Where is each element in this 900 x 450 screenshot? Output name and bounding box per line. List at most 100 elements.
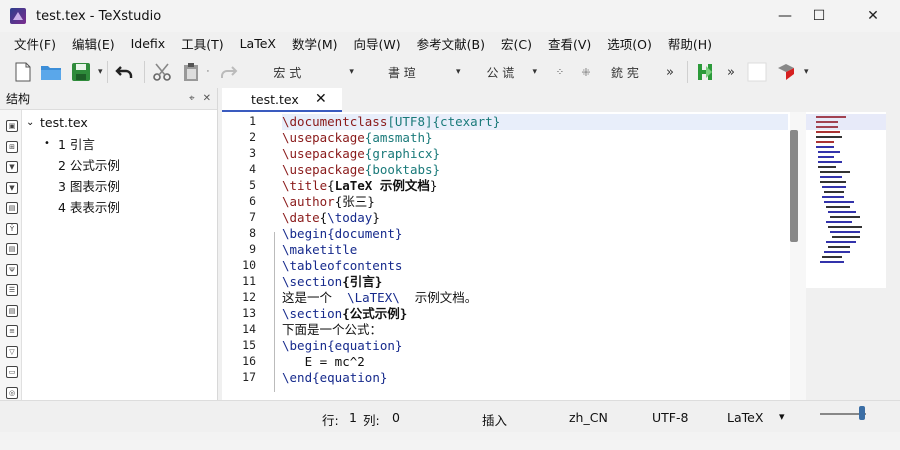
zoom-slider-handle[interactable] bbox=[859, 406, 865, 420]
code-line[interactable]: \begin{equation} bbox=[282, 338, 402, 354]
cut-icon[interactable] bbox=[149, 60, 175, 84]
sidebar-panel-icon[interactable]: ▽ bbox=[6, 345, 18, 358]
minimap[interactable] bbox=[806, 112, 886, 288]
menu-item[interactable]: 选项(O) bbox=[599, 34, 660, 53]
save-dropdown-icon[interactable]: ▾ bbox=[98, 67, 103, 77]
menu-item[interactable]: 参考文献(B) bbox=[409, 34, 493, 53]
code-line[interactable]: \end{equation} bbox=[282, 370, 387, 386]
close-panel-icon[interactable]: ✕ bbox=[203, 93, 211, 104]
code-line[interactable]: \section{公式示例} bbox=[282, 306, 407, 322]
code-line[interactable]: \usepackage{amsmath} bbox=[282, 130, 433, 146]
pdf-view-dropdown-icon[interactable]: ▾ bbox=[804, 67, 809, 77]
code-line[interactable]: \section{引言} bbox=[282, 274, 382, 290]
code-line[interactable]: \title{LaTeX 示例文档} bbox=[282, 178, 437, 194]
style-combo[interactable]: 宏 式 bbox=[255, 60, 345, 84]
toolbar-overflow-icon[interactable]: » bbox=[661, 60, 679, 84]
size-combo-dropdown-icon[interactable]: ▾ bbox=[456, 67, 461, 77]
tree-section-item[interactable]: 3 图表示例 bbox=[26, 175, 216, 196]
minimap-line bbox=[822, 186, 846, 188]
encoding[interactable]: UTF-8 bbox=[652, 410, 688, 425]
menu-item[interactable]: Idefix bbox=[123, 36, 174, 51]
close-window-button[interactable]: ✕ bbox=[850, 0, 896, 32]
code-line[interactable]: \documentclass[UTF8]{ctexart} bbox=[282, 114, 788, 130]
minimap-line bbox=[828, 246, 850, 248]
sidebar-panel-icon[interactable]: ▼ bbox=[6, 181, 18, 194]
paste-icon[interactable] bbox=[179, 60, 203, 84]
sidebar-panel-icon[interactable]: ▣ bbox=[6, 120, 18, 132]
sidebar-panel-icon[interactable]: ◎ bbox=[6, 386, 18, 399]
open-folder-icon[interactable] bbox=[38, 60, 64, 84]
math-combo-dropdown-icon[interactable]: ▾ bbox=[532, 67, 537, 77]
minimap-line bbox=[816, 141, 834, 143]
math-combo[interactable]: 公 谎 bbox=[474, 60, 528, 84]
code-line[interactable]: \date{\today} bbox=[282, 210, 380, 226]
code-line[interactable]: \author{张三} bbox=[282, 194, 375, 210]
tree-expander-icon[interactable]: ⌄ bbox=[26, 117, 40, 128]
maximize-button[interactable]: ☐ bbox=[796, 0, 842, 32]
paste-dropdown-icon[interactable]: · bbox=[207, 67, 210, 77]
sidebar-panel-icon[interactable]: ▤ bbox=[6, 202, 18, 214]
save-icon[interactable] bbox=[68, 60, 94, 84]
code-line[interactable]: 这是一个 \LaTEX\ 示例文档。 bbox=[282, 290, 477, 306]
tree-section-item[interactable]: • 1 引言 bbox=[26, 133, 216, 154]
superscript-icon[interactable]: ⁜ bbox=[575, 60, 597, 84]
sidebar-panel-icon[interactable]: Ϋ bbox=[6, 222, 18, 235]
size-combo[interactable]: 書 瑄 bbox=[376, 60, 452, 84]
code-editor[interactable]: 1 2 3 4 5 6 7 8 9 10 11 12 13 14 15 16 17 \documentclass… bbox=[222, 112, 806, 400]
code-line[interactable]: \usepackage{graphicx} bbox=[282, 146, 440, 162]
spell-language[interactable]: zh_CN bbox=[569, 410, 608, 425]
style-combo-dropdown-icon[interactable]: ▾ bbox=[349, 67, 354, 77]
tree-section-item[interactable]: 2 公式示例 bbox=[26, 154, 216, 175]
sidebar-panel-icon[interactable]: ▤ bbox=[6, 304, 18, 317]
menu-item[interactable]: 文件(F) bbox=[6, 34, 64, 53]
code-line[interactable]: \tableofcontents bbox=[282, 258, 402, 274]
minimap-viewport[interactable] bbox=[806, 114, 886, 130]
menu-item[interactable]: 向导(W) bbox=[346, 34, 409, 53]
sidebar-panel-icon[interactable]: ≡ bbox=[6, 325, 18, 337]
redo-icon[interactable] bbox=[217, 60, 241, 84]
undo-icon[interactable] bbox=[112, 60, 136, 84]
build-run-icon[interactable] bbox=[692, 60, 718, 84]
pin-icon[interactable]: ⌖ bbox=[189, 93, 195, 104]
minimap-line bbox=[824, 251, 850, 253]
menu-item[interactable]: 编辑(E) bbox=[64, 34, 123, 53]
menu-item[interactable]: 数学(M) bbox=[284, 34, 346, 53]
code-line[interactable]: \usepackage{booktabs} bbox=[282, 162, 440, 178]
pdf-view-icon[interactable] bbox=[774, 60, 800, 84]
menu-item[interactable]: 查看(V) bbox=[540, 34, 599, 53]
format-dropdown-icon[interactable]: ▾ bbox=[779, 410, 785, 423]
subscript-icon[interactable]: ⁘ bbox=[549, 60, 571, 84]
tree-expander-icon[interactable]: • bbox=[44, 138, 58, 149]
sidebar-panel-icon[interactable]: Ψ bbox=[6, 263, 18, 276]
menu-item[interactable]: 帮助(H) bbox=[660, 34, 720, 53]
blank-tool-icon[interactable] bbox=[744, 60, 770, 84]
sidebar-panel-icon[interactable]: ☰ bbox=[6, 284, 18, 296]
format-combo[interactable]: 銃 宪 bbox=[601, 60, 657, 84]
sidebar-panel-icon[interactable]: ▤ bbox=[6, 243, 18, 255]
status-bar: 行: 1 列: 0 插入 zh_CN UTF-8 LaTeX ▾ bbox=[0, 400, 900, 432]
code-line[interactable]: \begin{document} bbox=[282, 226, 402, 242]
code-token: \date bbox=[282, 210, 320, 225]
scrollbar-thumb[interactable] bbox=[790, 130, 798, 242]
code-line[interactable]: E = mc^2 bbox=[282, 354, 365, 370]
minimap-line bbox=[832, 236, 860, 238]
code-line[interactable]: 下面是一个公式： bbox=[282, 322, 382, 338]
menu-item[interactable]: 工具(T) bbox=[173, 34, 231, 53]
sidebar-panel-icon[interactable]: ▼ bbox=[6, 161, 18, 173]
code-line[interactable]: \maketitle bbox=[282, 242, 357, 258]
code-token: {equation} bbox=[312, 370, 388, 385]
menu-item[interactable]: 宏(C) bbox=[493, 34, 540, 53]
toolbar-separator bbox=[106, 61, 108, 83]
toolbar-overflow-icon-2[interactable]: » bbox=[722, 60, 740, 84]
tree-section-item[interactable]: 4 表表示例 bbox=[26, 196, 216, 217]
menu-item[interactable]: LaTeX bbox=[232, 36, 284, 51]
tree-root-file[interactable]: ⌄ test.tex bbox=[26, 112, 216, 133]
insert-mode[interactable]: 插入 bbox=[482, 410, 507, 429]
fold-marker[interactable] bbox=[274, 232, 275, 392]
document-format[interactable]: LaTeX bbox=[727, 410, 763, 425]
tab-test-tex[interactable]: test.tex ✕ bbox=[222, 88, 342, 112]
sidebar-panel-icon[interactable]: ▭ bbox=[6, 366, 18, 378]
sidebar-panel-icon[interactable]: ⊞ bbox=[6, 140, 18, 153]
close-tab-icon[interactable]: ✕ bbox=[315, 91, 327, 107]
new-file-icon[interactable] bbox=[12, 60, 34, 84]
